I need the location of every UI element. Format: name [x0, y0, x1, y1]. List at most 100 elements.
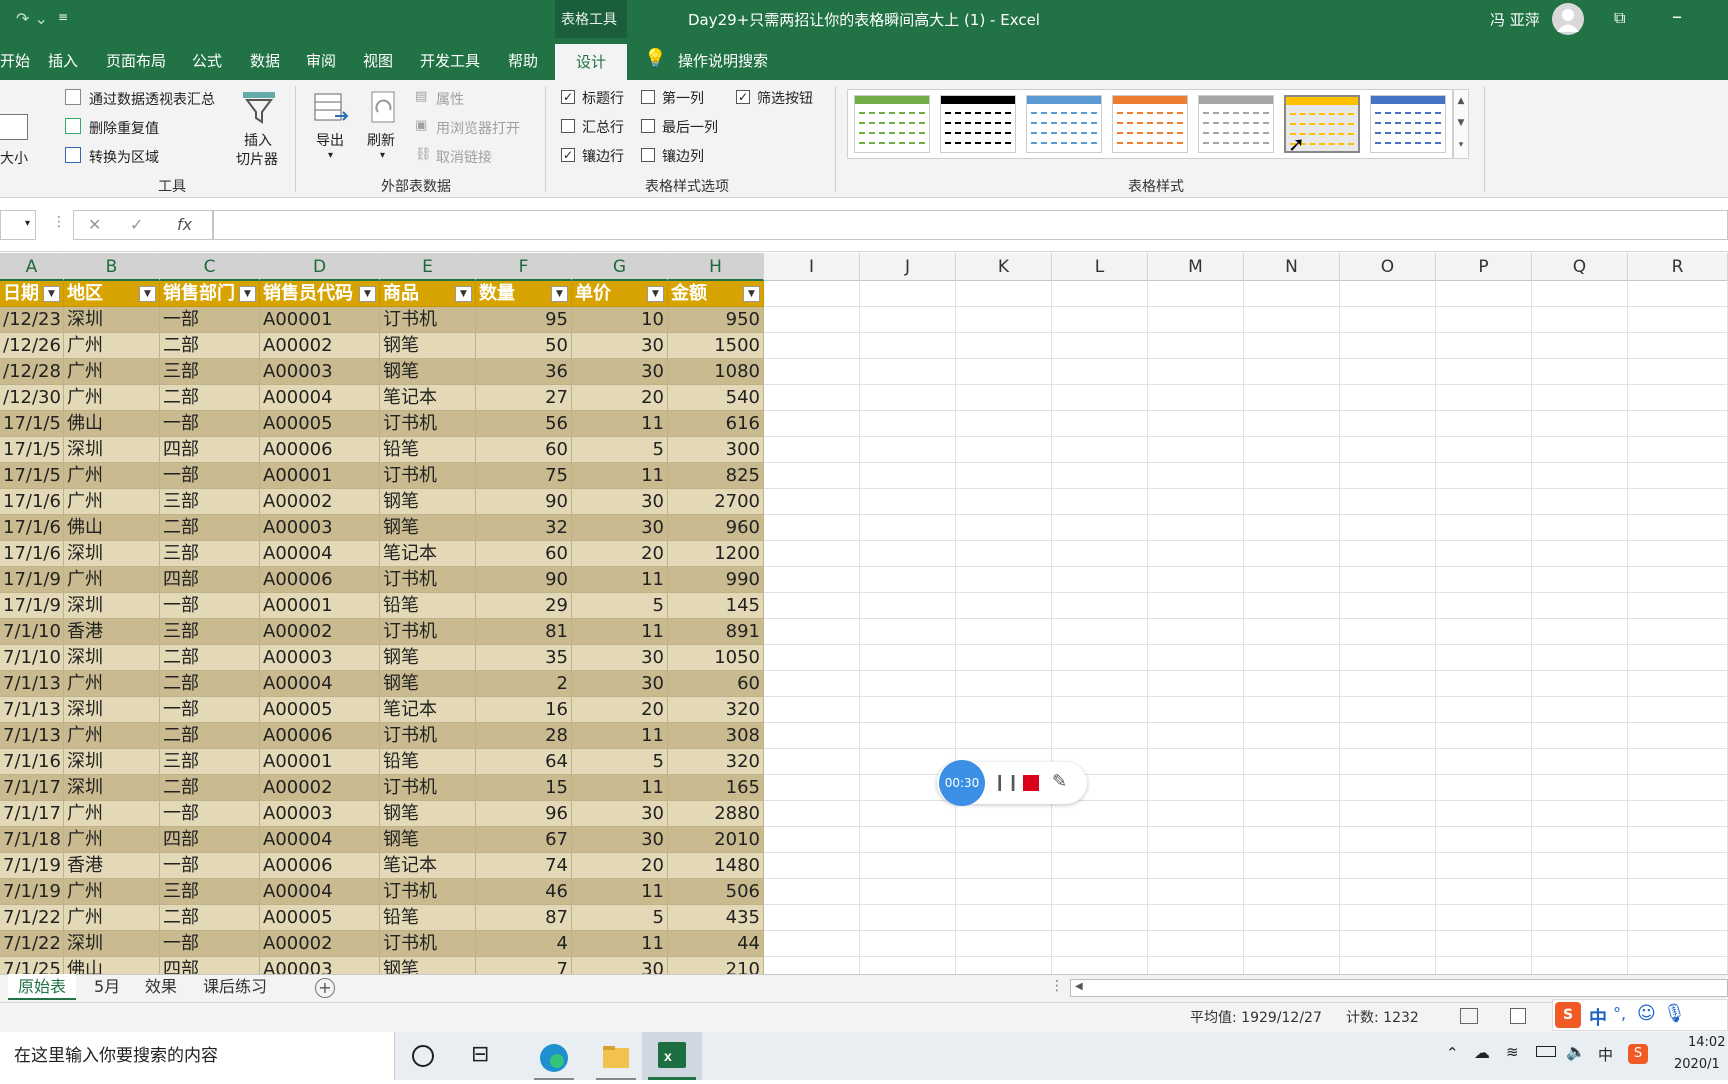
tab-review[interactable]: 审阅 — [306, 50, 336, 71]
empty-cell[interactable] — [1244, 515, 1340, 541]
insert-function-icon[interactable]: fx — [177, 215, 192, 234]
table-cell[interactable]: 10 — [572, 307, 668, 333]
table-cell[interactable]: 订书机 — [380, 775, 476, 801]
empty-cell[interactable] — [764, 905, 860, 931]
empty-cell[interactable] — [860, 827, 956, 853]
table-cell[interactable]: 深圳 — [64, 775, 160, 801]
empty-cell[interactable] — [1148, 411, 1244, 437]
avatar[interactable] — [1552, 3, 1584, 35]
empty-cell[interactable] — [1340, 749, 1436, 775]
empty-cell[interactable] — [1148, 437, 1244, 463]
table-cell[interactable]: 1200 — [668, 541, 764, 567]
table-cell[interactable]: 7/1/19 — [0, 853, 64, 879]
table-header-cell[interactable]: 销售员代码 ▼ — [260, 281, 380, 307]
empty-cell[interactable] — [1532, 775, 1628, 801]
empty-cell[interactable] — [1340, 957, 1436, 974]
empty-cell[interactable] — [764, 723, 860, 749]
empty-cell[interactable] — [1244, 801, 1340, 827]
empty-cell[interactable] — [1532, 619, 1628, 645]
table-style-swatch[interactable] — [1370, 95, 1446, 153]
table-cell[interactable]: 广州 — [64, 905, 160, 931]
empty-cell[interactable] — [1436, 359, 1532, 385]
table-cell[interactable]: 钢笔 — [380, 827, 476, 853]
table-cell[interactable]: 7/1/22 — [0, 905, 64, 931]
empty-cell[interactable] — [1436, 541, 1532, 567]
total-row-checkbox[interactable] — [561, 119, 575, 133]
header-row-checkbox[interactable]: ✓ — [561, 90, 575, 104]
table-cell[interactable]: 96 — [476, 801, 572, 827]
table-cell[interactable]: 笔记本 — [380, 541, 476, 567]
column-header-q[interactable]: Q — [1532, 253, 1628, 281]
table-cell[interactable]: A00004 — [260, 827, 380, 853]
empty-cell[interactable] — [1244, 645, 1340, 671]
empty-cell[interactable] — [1628, 463, 1728, 489]
empty-cell[interactable] — [1436, 775, 1532, 801]
empty-cell[interactable] — [860, 853, 956, 879]
empty-cell[interactable] — [1148, 307, 1244, 333]
table-cell[interactable]: 1500 — [668, 333, 764, 359]
empty-cell[interactable] — [1628, 827, 1728, 853]
table-cell[interactable]: /12/30 — [0, 385, 64, 411]
user-name[interactable]: 冯 亚萍 — [1490, 9, 1540, 30]
table-cell[interactable]: 一部 — [160, 697, 260, 723]
empty-cell[interactable] — [1436, 879, 1532, 905]
empty-cell[interactable] — [1628, 281, 1728, 307]
empty-cell[interactable] — [1436, 385, 1532, 411]
empty-cell[interactable] — [1532, 385, 1628, 411]
emoji-icon[interactable]: ☺ — [1637, 1003, 1656, 1024]
pen-icon[interactable]: ✎ — [1052, 771, 1067, 792]
empty-cell[interactable] — [1628, 385, 1728, 411]
column-header-p[interactable]: P — [1436, 253, 1532, 281]
empty-cell[interactable] — [1340, 541, 1436, 567]
table-cell[interactable]: 订书机 — [380, 879, 476, 905]
empty-cell[interactable] — [1244, 671, 1340, 697]
empty-cell[interactable] — [1628, 697, 1728, 723]
table-cell[interactable]: 二部 — [160, 775, 260, 801]
filter-dropdown-icon[interactable]: ▼ — [455, 286, 472, 302]
table-cell[interactable]: 16 — [476, 697, 572, 723]
tab-page-layout[interactable]: 页面布局 — [106, 50, 166, 71]
table-cell[interactable]: 30 — [572, 801, 668, 827]
table-cell[interactable]: 三部 — [160, 879, 260, 905]
table-cell[interactable]: 320 — [668, 697, 764, 723]
battery-icon[interactable] — [1536, 1046, 1556, 1057]
empty-cell[interactable] — [764, 697, 860, 723]
table-cell[interactable]: 5 — [572, 905, 668, 931]
table-cell[interactable]: A00003 — [260, 801, 380, 827]
empty-cell[interactable] — [1340, 463, 1436, 489]
table-cell[interactable]: 7/1/13 — [0, 723, 64, 749]
empty-cell[interactable] — [1340, 307, 1436, 333]
empty-cell[interactable] — [1628, 931, 1728, 957]
empty-cell[interactable] — [1148, 593, 1244, 619]
empty-cell[interactable] — [860, 593, 956, 619]
filter-dropdown-icon[interactable]: ▼ — [43, 286, 60, 302]
empty-cell[interactable] — [1628, 801, 1728, 827]
table-cell[interactable]: 一部 — [160, 931, 260, 957]
empty-cell[interactable] — [1532, 541, 1628, 567]
table-cell[interactable]: 145 — [668, 593, 764, 619]
table-cell[interactable]: 订书机 — [380, 619, 476, 645]
empty-cell[interactable] — [1532, 281, 1628, 307]
properties-button[interactable]: 属性 — [436, 89, 464, 109]
empty-cell[interactable] — [1340, 801, 1436, 827]
confirm-icon[interactable]: ✓ — [130, 215, 143, 234]
empty-cell[interactable] — [1052, 931, 1148, 957]
table-cell[interactable]: 29 — [476, 593, 572, 619]
empty-cell[interactable] — [764, 775, 860, 801]
column-header-i[interactable]: I — [764, 253, 860, 281]
table-cell[interactable]: 90 — [476, 567, 572, 593]
sheet-tab-result[interactable]: 效果 — [135, 974, 187, 1000]
column-header-r[interactable]: R — [1628, 253, 1728, 281]
table-cell[interactable]: 7/1/25 — [0, 957, 64, 974]
clock-time[interactable]: 14:02 — [1688, 1035, 1725, 1050]
export-dropdown-icon[interactable]: ▾ — [328, 150, 333, 161]
empty-cell[interactable] — [1052, 541, 1148, 567]
empty-cell[interactable] — [860, 879, 956, 905]
empty-cell[interactable] — [956, 567, 1052, 593]
table-cell[interactable]: 笔记本 — [380, 697, 476, 723]
empty-cell[interactable] — [764, 359, 860, 385]
table-cell[interactable]: 广州 — [64, 333, 160, 359]
empty-cell[interactable] — [1148, 359, 1244, 385]
empty-cell[interactable] — [1628, 853, 1728, 879]
empty-cell[interactable] — [1148, 281, 1244, 307]
